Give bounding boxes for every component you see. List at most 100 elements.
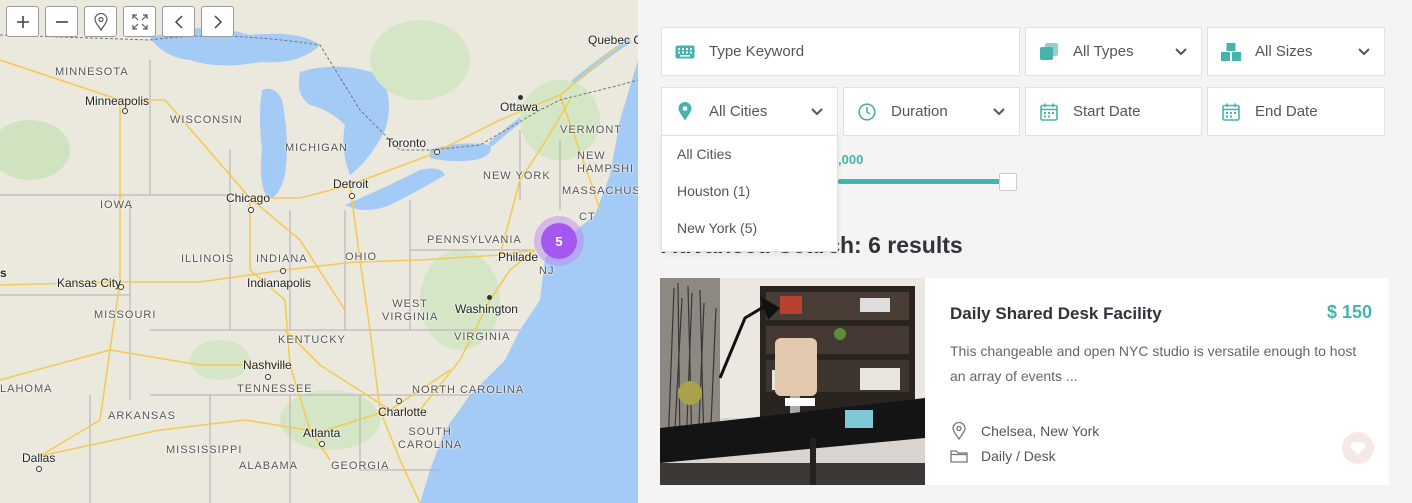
map-label-oklahoma: LAHOMA — [0, 383, 53, 395]
zoom-in-button[interactable] — [6, 6, 39, 37]
chevron-down-icon — [993, 107, 1005, 115]
map-label-mississippi: MISSISSIPPI — [166, 444, 243, 456]
map-label-massachusetts: MASSACHUSE — [562, 185, 638, 197]
map-label-washington: Washington — [455, 302, 518, 316]
price-slider-handle[interactable] — [999, 173, 1017, 191]
types-select[interactable]: All Types — [1025, 27, 1202, 76]
map-label-north-carolina: NORTH CAROLINA — [412, 384, 525, 396]
end-date-field[interactable]: End Date — [1207, 87, 1385, 136]
city-option-houston[interactable]: Houston (1) — [662, 173, 837, 210]
duration-select[interactable]: Duration — [843, 87, 1020, 136]
start-date-input[interactable]: Start Date — [1073, 103, 1201, 120]
city-marker — [118, 284, 124, 290]
map-label-west-virginia: WEST VIRGINIA — [382, 298, 439, 323]
types-select-value: All Types — [1073, 43, 1134, 60]
map-label-philadelphia: Philade — [498, 250, 539, 264]
city-marker — [349, 193, 355, 199]
map-label-virginia: VIRGINIA — [454, 331, 511, 343]
map-label-indianapolis: Indianapolis — [247, 276, 312, 290]
map-label-wisconsin: WISCONSIN — [170, 114, 243, 126]
map-label-chicago: Chicago — [226, 191, 271, 205]
chevron-down-icon — [1358, 47, 1370, 55]
sizes-select[interactable]: All Sizes — [1207, 27, 1385, 76]
cities-dropdown: All Cities Houston (1) New York (5) — [661, 135, 838, 252]
favorite-button[interactable] — [1342, 432, 1374, 464]
price-slider-track[interactable] — [838, 179, 1006, 184]
city-marker — [280, 268, 286, 274]
listing-location: Chelsea, New York — [950, 422, 1099, 440]
listing-price: $ 150 — [1326, 302, 1372, 322]
map-label-michigan: MICHIGAN — [285, 142, 348, 154]
listing-title[interactable]: Daily Shared Desk Facility — [950, 304, 1162, 324]
price-range-label: ,000 — [838, 152, 864, 167]
map-label-charlotte: Charlotte — [378, 405, 427, 419]
next-button[interactable] — [201, 6, 234, 37]
map-label-atlanta: Atlanta — [303, 426, 341, 440]
keyboard-icon — [674, 41, 696, 63]
start-date-field[interactable]: Start Date — [1025, 87, 1202, 136]
map-pin-icon — [674, 101, 696, 123]
sizes-select-value: All Sizes — [1255, 43, 1313, 60]
city-marker — [518, 95, 523, 100]
chevron-right-icon — [213, 14, 222, 29]
map-label-new-hampshire: NEW HAMPSHI — [577, 150, 635, 175]
map-label-arkansas: ARKANSAS — [108, 410, 176, 422]
listing-description: This changeable and open NYC studio is v… — [950, 343, 1357, 384]
locate-button[interactable] — [84, 6, 117, 37]
city-marker — [434, 149, 440, 155]
map-label-iowa: IOWA — [100, 199, 133, 211]
expand-icon — [131, 13, 148, 30]
map-label-new-york-state: NEW YORK — [483, 170, 551, 182]
map-label-south-carolina: SOUTH CAROLINA — [398, 426, 463, 451]
city-option-all[interactable]: All Cities — [662, 136, 837, 173]
map-label-indiana: INDIANA — [256, 253, 308, 265]
boxes-icon — [1220, 41, 1242, 63]
minus-icon — [55, 20, 68, 23]
map-label-minnesota: MINNESOTA — [55, 66, 129, 78]
fullscreen-button[interactable] — [123, 6, 156, 37]
city-marker — [122, 108, 128, 114]
map-pin-icon — [950, 422, 968, 440]
map-label-quebec: Quebec C — [588, 33, 638, 47]
city-marker — [319, 441, 325, 447]
map-label-kentucky: KENTUCKY — [278, 334, 346, 346]
map-view[interactable]: Quebec C MINNESOTA Minneapolis Ottawa WI… — [0, 0, 638, 503]
city-marker — [36, 466, 42, 472]
city-option-new-york[interactable]: New York (5) — [662, 210, 837, 247]
zoom-out-button[interactable] — [45, 6, 78, 37]
cluster-count: 5 — [541, 223, 577, 259]
cities-select-value: All Cities — [709, 103, 768, 120]
map-label-toronto: Toronto — [386, 136, 427, 150]
listing-card[interactable]: Daily Shared Desk Facility $ 150 This ch… — [660, 278, 1389, 485]
city-marker — [487, 295, 492, 300]
map-label-missouri: MISSOURI — [94, 309, 157, 321]
plus-icon — [16, 15, 29, 28]
calendar-icon — [1038, 101, 1060, 123]
cities-select[interactable]: All Cities — [661, 87, 838, 136]
map-label-pennsylvania: PENNSYLVANIA — [427, 234, 522, 246]
map-label-vermont: VERMONT — [560, 124, 622, 136]
map-label-detroit: Detroit — [333, 177, 369, 191]
duration-select-value: Duration — [891, 103, 948, 120]
map-label-ohio: OHIO — [345, 251, 378, 263]
prev-button[interactable] — [162, 6, 195, 37]
keyword-field[interactable]: Type Keyword — [661, 27, 1020, 76]
listing-photo[interactable] — [660, 278, 925, 485]
keyword-input[interactable]: Type Keyword — [709, 43, 1019, 60]
map-label-dallas: Dallas — [22, 451, 56, 465]
map-label-kansas-city: Kansas City — [57, 276, 122, 290]
folder-icon — [950, 449, 968, 463]
end-date-input[interactable]: End Date — [1255, 103, 1384, 120]
map-label-minneapolis: Minneapolis — [85, 94, 150, 108]
map-label-ottawa: Ottawa — [500, 100, 539, 114]
map-label-ct: CT — [579, 211, 596, 223]
chevron-down-icon — [1175, 47, 1187, 55]
city-marker — [248, 207, 254, 213]
map-pin-icon — [93, 12, 108, 31]
layers-icon — [1038, 41, 1060, 63]
chevron-left-icon — [174, 14, 183, 29]
heart-icon — [1350, 441, 1366, 455]
map-label-nashville: Nashville — [243, 358, 292, 372]
map-cluster-marker[interactable]: 5 — [534, 216, 584, 266]
listing-category-text: Daily / Desk — [981, 448, 1056, 464]
